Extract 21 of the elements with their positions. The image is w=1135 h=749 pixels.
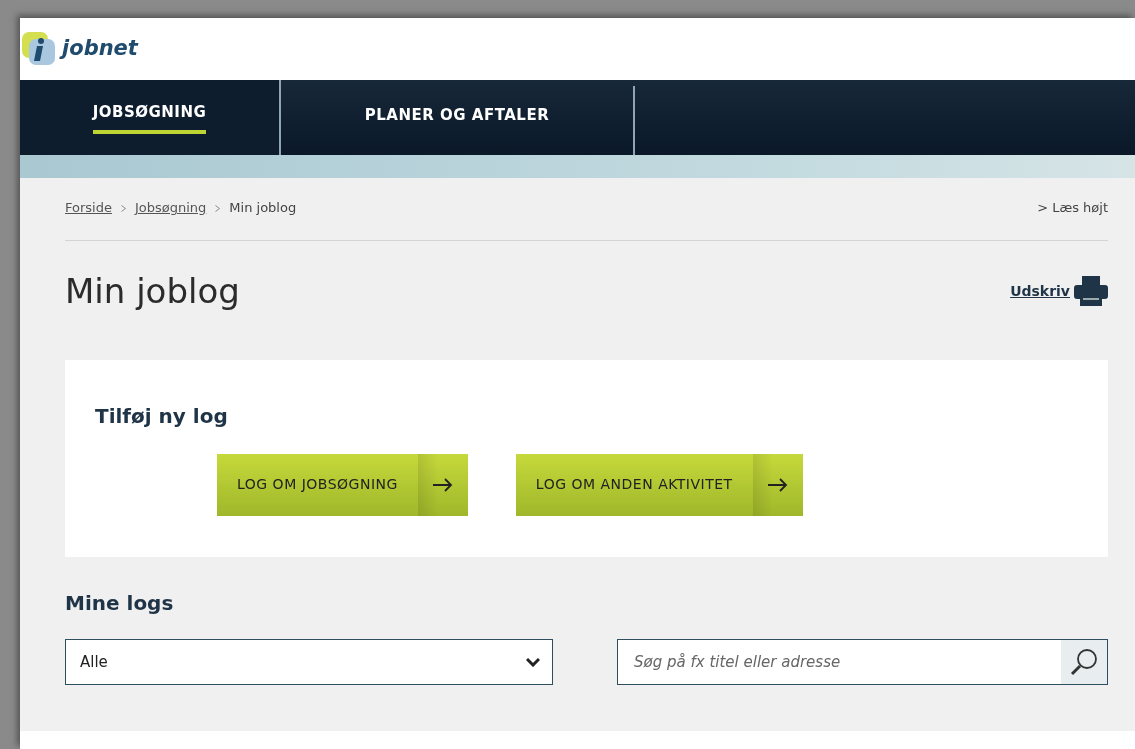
log-button[interactable]: LOG OM JOBSØGNING (217, 453, 468, 516)
search-button[interactable] (1061, 639, 1107, 684)
breadcrumb-link[interactable]: Jobsøgning (134, 198, 207, 218)
breadcrumb-link[interactable]: Forside (65, 198, 112, 218)
log-button[interactable]: LOG OM ANDEN AKTIVITET (515, 453, 803, 516)
arrow-right-icon (767, 477, 788, 492)
section-heading: Mine logs (65, 590, 175, 615)
chevron-right-icon (120, 204, 126, 212)
read-aloud-link[interactable]: > Læs højt (1037, 198, 1108, 218)
chevron-down-icon (526, 656, 540, 667)
nav-tab[interactable]: JOBSØGNING (20, 80, 281, 155)
arrow-right-icon (432, 477, 453, 492)
print-link[interactable]: Udskriv (1010, 280, 1070, 302)
search-icon (1070, 647, 1098, 676)
chevron-right-icon (215, 204, 221, 212)
filter-dropdown[interactable]: Alle (65, 638, 553, 685)
page-title: Min joblog (65, 271, 240, 312)
printer-icon[interactable] (1074, 276, 1108, 307)
section-heading: Tilføj ny log (95, 403, 229, 428)
breadcrumb-current: Min joblog (229, 199, 297, 218)
logo-icon (22, 32, 56, 66)
